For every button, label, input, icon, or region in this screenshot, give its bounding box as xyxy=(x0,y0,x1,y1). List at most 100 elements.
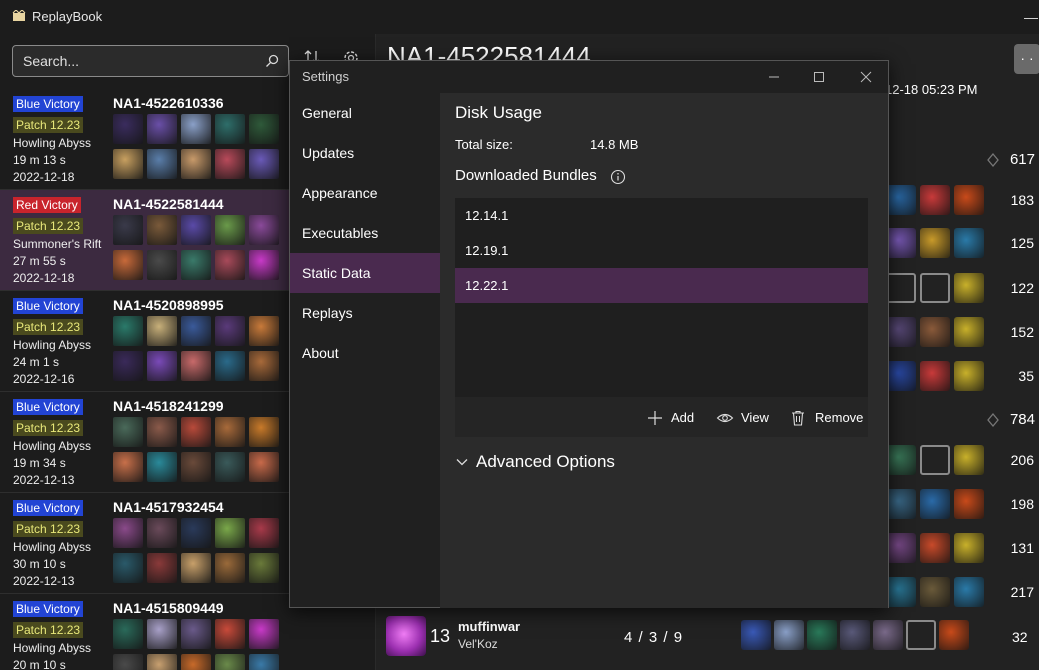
champion-icon xyxy=(181,351,211,381)
result-badge: Blue Victory xyxy=(13,500,83,516)
item-icon xyxy=(920,361,950,391)
champion-icon xyxy=(249,553,279,583)
replay-list-item[interactable]: Blue Victory Patch 12.23 Howling Abyss 19 m… xyxy=(0,392,290,493)
nav-about[interactable]: About xyxy=(290,333,440,373)
champion-icon xyxy=(181,619,211,649)
bundle-toolbar: Add View Remove xyxy=(455,397,868,437)
champion-icon xyxy=(147,149,177,179)
champion-icon xyxy=(215,114,245,144)
item-icon xyxy=(886,317,916,347)
replay-list-item[interactable]: Blue Victory Patch 12.23 Howling Abyss 19 m… xyxy=(0,89,290,190)
item-icon xyxy=(886,361,916,391)
nav-general[interactable]: General xyxy=(290,93,440,133)
player-row[interactable]: 13 muffinwar Vel'Koz 4 / 3 / 9 32 xyxy=(376,612,1039,662)
downloaded-bundles-heading: Downloaded Bundles xyxy=(455,167,597,184)
player-level: 13 xyxy=(430,626,451,646)
replay-list-item[interactable]: Blue Victory Patch 12.23 Howling Abyss 24 m… xyxy=(0,291,290,392)
more-options-button[interactable]: · · xyxy=(1014,44,1039,74)
item-icon xyxy=(840,620,870,650)
replay-list-item[interactable]: Blue Victory Patch 12.23 Howling Abyss 20 m… xyxy=(0,594,290,670)
empty-item-slot xyxy=(920,445,950,475)
bundle-item[interactable]: 12.14.1 xyxy=(455,198,868,233)
item-icon xyxy=(886,577,916,607)
trash-icon xyxy=(792,410,804,426)
champion-icon xyxy=(249,417,279,447)
champion-icon xyxy=(147,619,177,649)
game-mode: Howling Abyss xyxy=(13,641,92,655)
champion-grid xyxy=(113,114,283,184)
patch-badge: Patch 12.23 xyxy=(13,218,84,234)
champion-icon xyxy=(147,215,177,245)
add-label: Add xyxy=(671,410,695,425)
patch-badge: Patch 12.23 xyxy=(13,420,84,436)
champion-icon xyxy=(249,250,279,280)
game-mode: Summoner's Rift xyxy=(13,237,102,251)
player-items xyxy=(741,620,981,652)
champion-icon xyxy=(249,619,279,649)
info-icon[interactable] xyxy=(610,169,626,185)
team2-score-header: 784 xyxy=(985,410,1039,430)
plus-icon xyxy=(648,411,662,425)
champion-icon xyxy=(215,215,245,245)
advanced-options-expander[interactable]: Advanced Options xyxy=(455,451,705,475)
main-window-control[interactable]: — xyxy=(1024,9,1038,25)
maximize-icon[interactable] xyxy=(809,67,829,87)
replay-list-item[interactable]: Red Victory Patch 12.23 Summoner's Rift 27 … xyxy=(0,190,290,291)
result-badge: Blue Victory xyxy=(13,96,83,112)
champion-icon xyxy=(113,553,143,583)
champion-icon xyxy=(249,351,279,381)
chevron-down-icon xyxy=(456,459,468,466)
item-icon xyxy=(920,185,950,215)
item-icon xyxy=(920,228,950,258)
game-duration: 27 m 55 s xyxy=(13,254,66,268)
search-icon[interactable] xyxy=(265,54,279,68)
patch-badge: Patch 12.23 xyxy=(13,622,84,638)
champion-icon xyxy=(181,114,211,144)
creep-score: 35 xyxy=(1018,368,1034,384)
item-icon xyxy=(954,273,984,303)
replay-name: NA1-4522581444 xyxy=(113,196,224,212)
champion-icon xyxy=(181,654,211,670)
bundle-item[interactable]: 12.22.1 xyxy=(455,268,868,303)
champion-icon xyxy=(113,250,143,280)
remove-label: Remove xyxy=(815,410,864,425)
champion-icon xyxy=(215,518,245,548)
nav-executables[interactable]: Executables xyxy=(290,213,440,253)
game-date: 2022-12-18 xyxy=(13,170,75,184)
champion-grid xyxy=(113,316,283,386)
minimize-icon[interactable] xyxy=(764,67,784,87)
replay-name: NA1-4522610336 xyxy=(113,95,224,111)
champion-icon xyxy=(147,351,177,381)
game-mode: Howling Abyss xyxy=(13,540,92,554)
nav-replays[interactable]: Replays xyxy=(290,293,440,333)
nav-static-data[interactable]: Static Data xyxy=(290,253,440,293)
champion-icon xyxy=(249,114,279,144)
game-duration: 19 m 13 s xyxy=(13,153,66,167)
gold-icon xyxy=(987,413,999,427)
game-date: 2022-12-16 xyxy=(13,372,75,386)
item-icon xyxy=(954,317,984,347)
bundle-item[interactable]: 12.19.1 xyxy=(455,233,868,268)
champion-icon xyxy=(147,114,177,144)
champion-icon xyxy=(113,619,143,649)
replay-list-item[interactable]: Blue Victory Patch 12.23 Howling Abyss 30 m… xyxy=(0,493,290,594)
add-button[interactable]: Add xyxy=(646,409,696,427)
search-box[interactable] xyxy=(12,45,289,77)
champion-icon xyxy=(215,619,245,649)
champion-icon xyxy=(181,316,211,346)
player-kda: 4 / 3 / 9 xyxy=(624,629,684,646)
nav-appearance[interactable]: Appearance xyxy=(290,173,440,213)
close-icon[interactable] xyxy=(856,67,876,87)
remove-button[interactable]: Remove xyxy=(789,409,864,427)
champion-icon xyxy=(215,250,245,280)
nav-updates[interactable]: Updates xyxy=(290,133,440,173)
view-button[interactable]: View xyxy=(716,409,774,427)
champion-icon xyxy=(249,452,279,482)
search-input[interactable] xyxy=(13,46,263,76)
item-icon xyxy=(920,533,950,563)
game-mode: Howling Abyss xyxy=(13,439,92,453)
patch-badge: Patch 12.23 xyxy=(13,117,84,133)
champion-icon xyxy=(113,114,143,144)
creep-score: 217 xyxy=(1010,584,1034,600)
item-icon xyxy=(954,185,984,215)
